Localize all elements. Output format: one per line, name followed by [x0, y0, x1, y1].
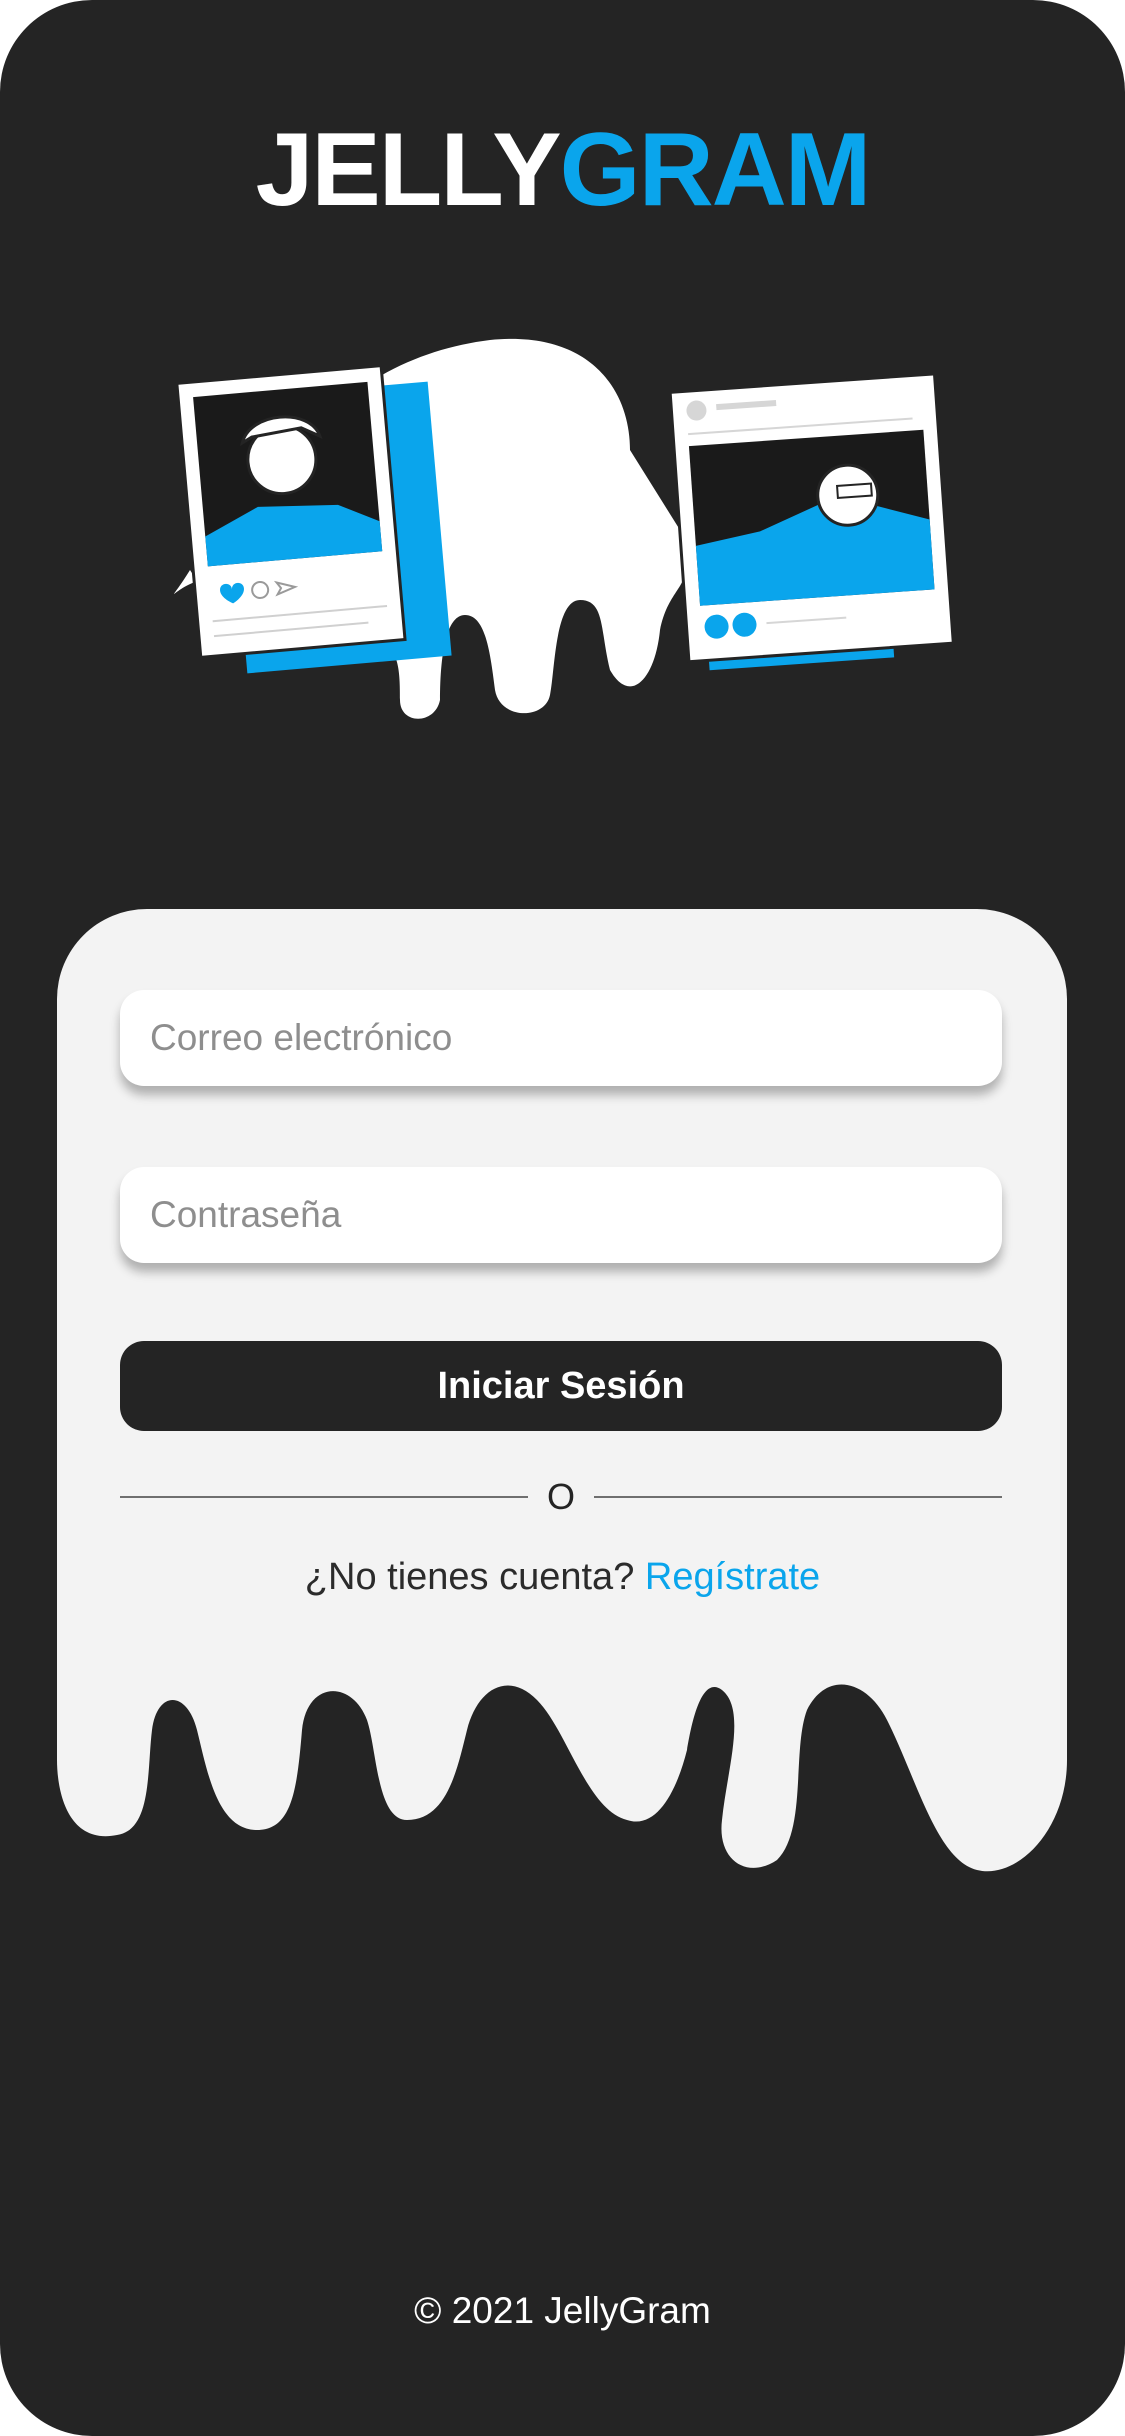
jelly-drips — [57, 1590, 1067, 1872]
logo-jelly: JELLY — [255, 112, 562, 228]
no-account-text: ¿No tienes cuenta? — [304, 1556, 635, 1598]
logo-gram: GRAM — [559, 112, 872, 228]
or-divider: O — [120, 1476, 1002, 1517]
password-field[interactable]: Contraseña — [120, 1167, 1002, 1263]
photo-card-left — [175, 363, 452, 674]
divider-line-right — [594, 1496, 1002, 1498]
email-field[interactable]: Correo electrónico — [120, 990, 1002, 1086]
login-button[interactable]: Iniciar Sesión — [120, 1341, 1002, 1431]
copyright-footer: © 2021 JellyGram — [414, 2290, 711, 2331]
hero-illustration — [173, 338, 955, 719]
register-link[interactable]: Regístrate — [645, 1556, 820, 1598]
login-screen: JELLYGRAM Correo electrónico Contraseña … — [0, 0, 1125, 2436]
signup-prompt: ¿No tienes cuenta? Regístrate — [0, 1556, 1125, 1599]
app-logo: JELLYGRAM — [0, 118, 1125, 222]
photo-card-right — [668, 372, 955, 671]
